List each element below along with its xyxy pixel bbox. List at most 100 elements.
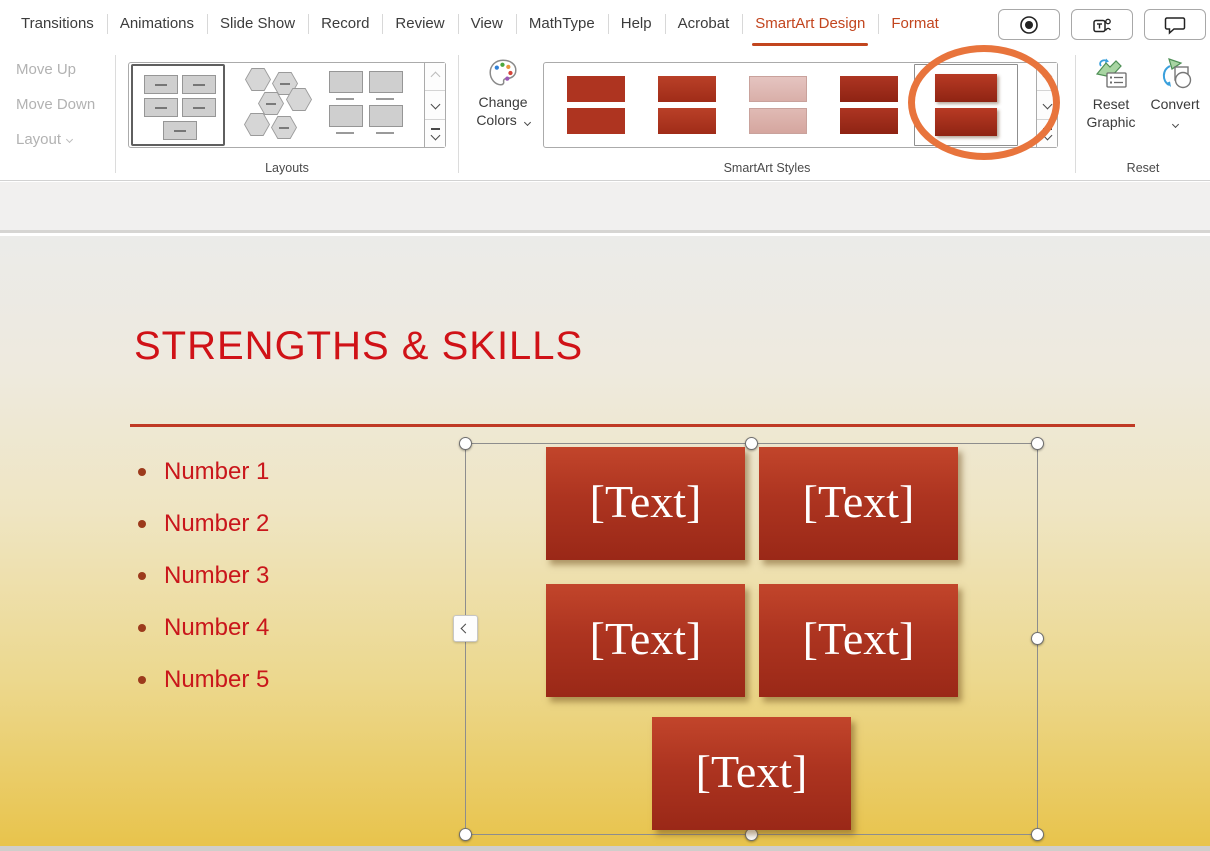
resize-handle-middle-right[interactable] [1031,632,1044,645]
style-shape [749,76,807,102]
reset-graphic-label: Reset Graphic [1086,96,1135,130]
style-shape [840,108,898,134]
chevron-down-icon [430,100,440,110]
slide-canvas[interactable]: STRENGTHS & SKILLS Number 1 Number 2 Num… [0,236,1210,851]
title-divider-line [130,424,1135,427]
smartart-shape-4[interactable]: [Text] [759,584,958,697]
tab-transitions[interactable]: Transitions [8,0,107,47]
tab-format[interactable]: Format [878,0,952,47]
convert-label: Convert [1150,96,1199,112]
layout-shape [144,75,178,94]
smartart-shape-1[interactable]: [Text] [546,447,745,560]
smartart-styles-group-label: SmartArt Styles [459,161,1075,175]
smartart-styles-gallery [543,62,1058,148]
hexagon-shape [271,116,297,139]
layout-thumbnail-hexagon-cluster[interactable] [225,64,319,146]
layout-shape [369,71,403,93]
layout-thumbnail-picture-layout[interactable] [131,64,225,146]
change-colors-label: Change Colors [476,94,527,128]
layouts-gallery-scrollbar [424,62,446,148]
layout-button[interactable]: Layout [16,131,72,148]
chevron-up-icon [1042,72,1052,82]
chevron-down-icon [1042,100,1052,110]
style-shape [567,108,625,134]
slide-bottom-edge [0,846,1210,851]
layout-shape [144,98,178,117]
record-icon [1018,14,1040,36]
smartart-shape-3[interactable]: [Text] [546,584,745,697]
chevron-down-icon [1171,121,1178,128]
reset-graphic-icon [1093,57,1129,91]
tab-help[interactable]: Help [608,0,665,47]
reset-graphic-button[interactable]: Reset Graphic [1080,57,1142,131]
style-shape [567,76,625,102]
caption-line [336,98,354,100]
resize-handle-bottom-left[interactable] [459,828,472,841]
move-down-button[interactable]: Move Down [16,96,95,113]
list-item[interactable]: Number 3 [138,561,269,591]
styles-scroll-down-button[interactable] [1037,91,1057,119]
reset-group-label: Reset [1076,161,1210,175]
layouts-more-button[interactable] [425,120,445,147]
chevron-down-icon [1042,130,1052,140]
tab-acrobat[interactable]: Acrobat [665,0,743,47]
comments-button[interactable] [1144,9,1206,40]
chevron-down-icon [430,130,440,140]
list-item[interactable]: Number 1 [138,457,269,487]
tab-animations[interactable]: Animations [107,0,207,47]
style-shape [658,108,716,134]
smartart-style-3[interactable] [732,64,823,146]
resize-handle-top-right[interactable] [1031,437,1044,450]
tab-slide-show[interactable]: Slide Show [207,0,308,47]
caption-line [336,132,354,134]
tab-review[interactable]: Review [382,0,457,47]
list-item[interactable]: Number 5 [138,665,269,695]
bullet-list[interactable]: Number 1 Number 2 Number 3 Number 4 Numb… [138,457,269,717]
resize-handle-top-middle[interactable] [745,437,758,450]
tab-mathtype[interactable]: MathType [516,0,608,47]
tab-view[interactable]: View [458,0,516,47]
convert-icon [1157,57,1193,91]
layout-shape [329,105,363,127]
resize-handle-bottom-right[interactable] [1031,828,1044,841]
layouts-scroll-up-button[interactable] [425,63,445,91]
palette-icon [487,57,519,89]
layout-thumbnail-titled-pictures[interactable] [319,64,413,146]
smartart-shape-5[interactable]: [Text] [652,717,851,830]
layouts-gallery [128,62,446,148]
list-item[interactable]: Number 2 [138,509,269,539]
change-colors-button[interactable]: Change Colors [466,57,540,129]
teams-icon [1091,14,1113,36]
style-shape [840,76,898,102]
smartart-shape-2[interactable]: [Text] [759,447,958,560]
tab-record[interactable]: Record [308,0,382,47]
ribbon-slide-divider [0,182,1210,233]
hexagon-shape [245,68,271,91]
record-button[interactable] [998,9,1060,40]
list-item[interactable]: Number 4 [138,613,269,643]
layouts-scroll-down-button[interactable] [425,91,445,119]
smartart-style-4[interactable] [823,64,914,146]
smartart-style-5-selected[interactable] [914,64,1018,146]
chevron-down-icon [524,119,531,126]
move-up-button[interactable]: Move Up [16,61,76,78]
group-separator [115,55,116,173]
smartart-style-1[interactable] [550,64,641,146]
tab-smartart-design[interactable]: SmartArt Design [742,0,878,47]
teams-share-button[interactable] [1071,9,1133,40]
hexagon-shape [258,92,284,115]
smartart-style-2[interactable] [641,64,732,146]
slide-title[interactable]: STRENGTHS & SKILLS [134,324,583,369]
styles-scroll-up-button[interactable] [1037,63,1057,91]
chevron-up-icon [430,72,440,82]
styles-more-button[interactable] [1037,120,1057,147]
text-pane-toggle-button[interactable] [453,615,478,642]
convert-button[interactable]: Convert [1146,57,1204,131]
caption-line [376,98,394,100]
style-shape [935,108,997,136]
layout-label: Layout [16,131,61,148]
hexagon-shape [244,113,270,136]
resize-handle-top-left[interactable] [459,437,472,450]
styles-gallery-scrollbar [1036,62,1058,148]
layout-shape [163,121,197,140]
